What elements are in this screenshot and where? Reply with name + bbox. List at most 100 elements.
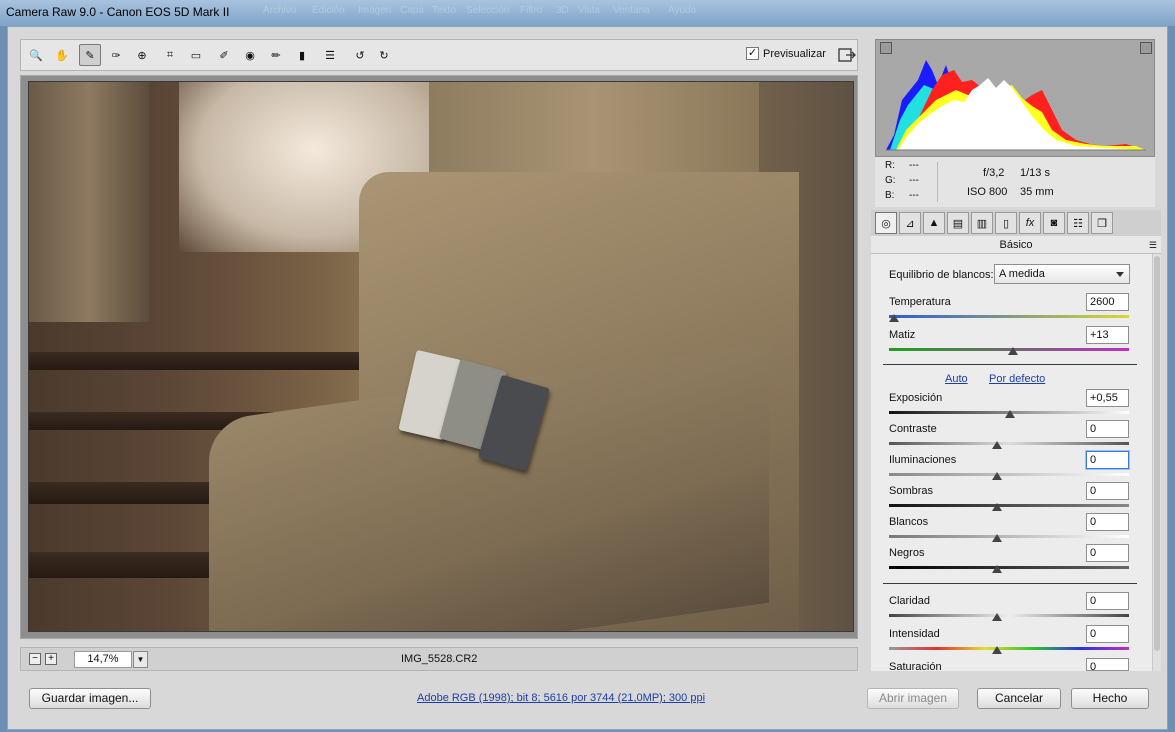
tab-split-toning-icon[interactable]: ▥ (971, 212, 993, 234)
panel-scrollbar-thumb[interactable] (1154, 256, 1160, 651)
zoom-out-button[interactable]: − (29, 653, 41, 665)
r-value: --- (909, 160, 919, 171)
tab-tone-curve-icon[interactable]: ⊿ (899, 212, 921, 234)
temperature-slider-thumb[interactable] (889, 314, 899, 322)
adjustment-brush-icon[interactable]: ✏ (265, 44, 287, 66)
whites-field[interactable]: 0 (1086, 513, 1129, 531)
clarity-slider-thumb[interactable] (992, 613, 1002, 621)
whites-slider-thumb[interactable] (992, 534, 1002, 542)
vibrance-field[interactable]: 0 (1086, 625, 1129, 643)
tab-detail-icon[interactable]: ▲ (923, 212, 945, 234)
workflow-options-link[interactable]: Adobe RGB (1998); bit 8; 5616 por 3744 (… (417, 692, 705, 704)
white-balance-select[interactable]: A medida (994, 264, 1130, 284)
blacks-label: Negros (889, 547, 925, 559)
shadows-label: Sombras (889, 485, 934, 497)
panel-scrollbar[interactable] (1152, 254, 1161, 671)
highlights-slider[interactable] (889, 473, 1129, 476)
fullscreen-icon[interactable] (837, 44, 857, 66)
default-link[interactable]: Por defecto (989, 373, 1045, 385)
vibrance-slider-thumb[interactable] (992, 646, 1002, 654)
crop-icon[interactable]: ⌗ (159, 44, 181, 66)
exposure-slider-thumb[interactable] (1005, 410, 1015, 418)
highlight-clipping-icon[interactable] (1140, 42, 1152, 54)
tab-lens-icon[interactable]: ▯ (995, 212, 1017, 234)
blacks-slider-thumb[interactable] (992, 565, 1002, 573)
saturation-field[interactable]: 0 (1086, 658, 1129, 673)
panel-title: Básico (999, 239, 1033, 251)
focal-length-value: 35 mm (1020, 186, 1054, 198)
straighten-icon[interactable]: ▭ (185, 44, 207, 66)
white-balance-label: Equilibrio de blancos: (889, 269, 994, 281)
targeted-adjustment-icon[interactable]: ⊕ (131, 44, 153, 66)
zoom-dropdown-button[interactable]: ▼ (133, 651, 148, 668)
zoom-in-button[interactable]: + (45, 653, 57, 665)
clarity-field[interactable]: 0 (1086, 592, 1129, 610)
vibrance-slider[interactable] (889, 647, 1129, 650)
temperature-slider[interactable] (889, 315, 1129, 318)
image-preview-area[interactable] (20, 75, 858, 639)
g-value: --- (909, 175, 919, 186)
auto-link[interactable]: Auto (945, 373, 968, 385)
clarity-label: Claridad (889, 595, 930, 607)
zoom-level-field[interactable]: 14,7% (74, 651, 132, 668)
photo-preview[interactable] (28, 81, 854, 632)
contrast-slider[interactable] (889, 442, 1129, 445)
tint-field[interactable]: +13 (1086, 326, 1129, 344)
highlights-label: Iluminaciones (889, 454, 957, 466)
open-image-button[interactable]: Abrir imagen (867, 688, 959, 709)
hand-icon[interactable]: ✋ (51, 44, 73, 66)
tab-effects-icon[interactable]: fx (1019, 212, 1041, 234)
tab-camera-calibration-icon[interactable]: ◙ (1043, 212, 1065, 234)
ghost-menu-item: Archivo (263, 5, 297, 16)
shadows-slider-thumb[interactable] (992, 503, 1002, 511)
save-image-button[interactable]: Guardar imagen... (29, 688, 151, 709)
preferences-icon[interactable]: ☰ (319, 44, 341, 66)
cancel-button[interactable]: Cancelar (977, 688, 1061, 709)
tab-presets-icon[interactable]: ☷ (1067, 212, 1089, 234)
shutter-value: 1/13 s (1020, 167, 1050, 179)
ghost-menu-item: Ventana (613, 5, 650, 16)
contrast-field[interactable]: 0 (1086, 420, 1129, 438)
panel-menu-icon[interactable]: ☰ (1149, 236, 1157, 254)
done-button[interactable]: Hecho (1071, 688, 1149, 709)
rotate-right-icon[interactable]: ↻ (373, 44, 395, 66)
blacks-slider[interactable] (889, 566, 1129, 569)
shadow-clipping-icon[interactable] (880, 42, 892, 54)
ghost-menu-item: Texto (432, 5, 456, 16)
spot-removal-icon[interactable]: ✐ (213, 44, 235, 66)
right-panel: R: --- G: --- B: --- f/3,2 1/13 s ISO 80… (869, 36, 1163, 673)
r-label: R: (885, 160, 895, 171)
contrast-label: Contraste (889, 423, 937, 435)
aperture-value: f/3,2 (983, 167, 1005, 179)
tab-hsl-icon[interactable]: ▤ (947, 212, 969, 234)
temperature-field[interactable]: 2600 (1086, 293, 1129, 311)
clarity-slider[interactable] (889, 614, 1129, 617)
histogram-graph (886, 60, 1146, 151)
preview-checkbox[interactable]: ✓ (746, 47, 759, 60)
b-label: B: (885, 190, 895, 201)
contrast-slider-thumb[interactable] (992, 441, 1002, 449)
shadows-field[interactable]: 0 (1086, 482, 1129, 500)
whites-label: Blancos (889, 516, 929, 528)
iso-value: ISO 800 (967, 186, 1008, 198)
zoom-icon[interactable]: 🔍 (25, 44, 47, 66)
red-eye-icon[interactable]: ◉ (239, 44, 261, 66)
shadows-slider[interactable] (889, 504, 1129, 507)
temperature-label: Temperatura (889, 296, 951, 308)
white-balance-value: A medida (999, 268, 1045, 280)
ghost-menu-item: Edición (312, 5, 345, 16)
tint-slider-thumb[interactable] (1008, 347, 1018, 355)
white-balance-icon[interactable]: ✎ (79, 44, 101, 66)
preview-toggle[interactable]: ✓ Previsualizar (746, 47, 826, 60)
whites-slider[interactable] (889, 535, 1129, 538)
panel-tabs: ◎ ⊿ ▲ ▤ ▥ ▯ fx ◙ ☷ ❐ (871, 210, 1161, 236)
highlights-slider-thumb[interactable] (992, 472, 1002, 480)
color-sampler-icon[interactable]: ✑ (105, 44, 127, 66)
rotate-left-icon[interactable]: ↺ (349, 44, 371, 66)
blacks-field[interactable]: 0 (1086, 544, 1129, 562)
highlights-field[interactable]: 0 (1086, 451, 1129, 469)
graduated-filter-icon[interactable]: ▮ (291, 44, 313, 66)
tab-snapshots-icon[interactable]: ❐ (1091, 212, 1113, 234)
exposure-field[interactable]: +0,55 (1086, 389, 1129, 407)
tab-basic-icon[interactable]: ◎ (875, 212, 897, 234)
